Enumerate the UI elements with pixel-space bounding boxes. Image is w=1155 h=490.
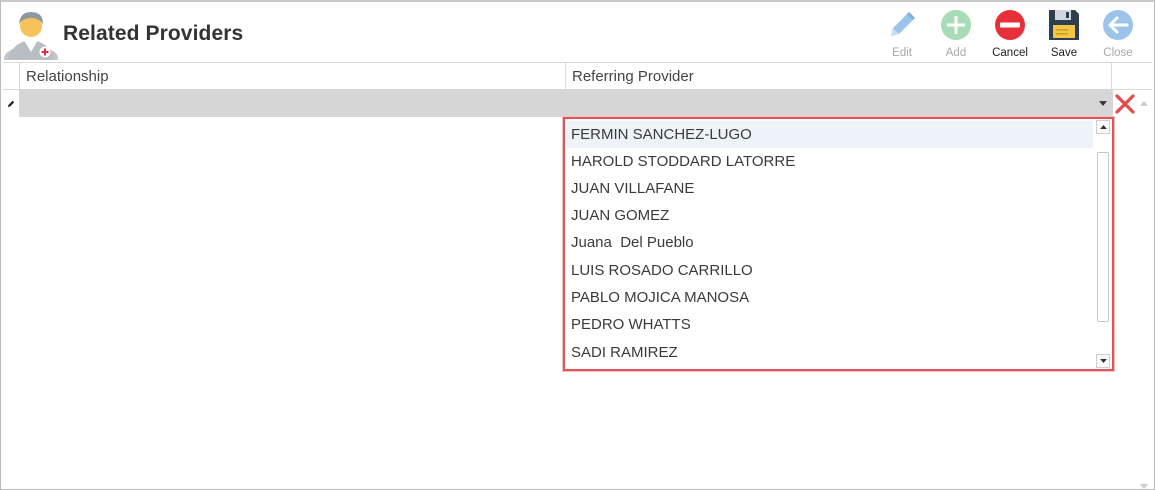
table-row-editing[interactable] [3,90,1152,117]
plus-circle-icon [941,10,971,40]
list-item[interactable]: PABLO MOJICA MANOSA [567,284,1093,311]
close-button[interactable]: Close [1091,4,1145,60]
cancel-button-label: Cancel [992,47,1028,59]
grid-header-indicator [3,63,19,90]
pencil-icon [891,12,915,36]
grid-header: Relationship Referring Provider [3,62,1152,90]
add-button-label: Add [945,47,967,59]
scroll-down-arrow-icon[interactable] [1096,354,1110,368]
scroll-up-arrow-icon[interactable] [1096,120,1110,134]
list-item[interactable]: JUAN VILLAFANE [567,175,1093,202]
save-button[interactable]: Save [1037,4,1091,60]
column-header-referring-provider[interactable]: Referring Provider [565,63,1111,90]
list-item[interactable]: HAROLD STODDARD LATORRE [567,148,1093,175]
minus-circle-icon [995,10,1025,40]
add-button[interactable]: Add [929,4,983,60]
chevron-down-icon[interactable] [1095,90,1111,117]
provider-dropdown-list: FERMIN SANCHEZ-LUGO HAROLD STODDARD LATO… [563,117,1114,371]
save-button-label: Save [1050,47,1078,59]
column-header-relationship[interactable]: Relationship [19,63,565,90]
floppy-disk-icon [1049,10,1079,40]
arrow-left-circle-icon [1103,10,1133,40]
x-icon[interactable] [1113,92,1137,116]
referring-provider-combobox[interactable] [19,90,1113,117]
column-header-actions [1111,63,1137,90]
scroll-up-arrow-icon[interactable] [1140,93,1150,106]
edit-button[interactable]: Edit [875,4,929,60]
list-item[interactable]: PEDRO WHATTS [567,311,1093,338]
cancel-button[interactable]: Cancel [983,4,1037,60]
list-item[interactable]: JUAN GOMEZ [567,202,1093,229]
dropdown-scrollbar[interactable] [1095,119,1111,369]
provider-avatar-icon [2,6,60,70]
scroll-down-arrow-icon[interactable] [1140,476,1150,489]
pencil-small-icon [3,90,19,117]
page-header: Related Providers Edit Add Cancel Save C… [0,2,1155,70]
main-scrollbar[interactable] [1137,90,1152,489]
list-item[interactable]: Juana Del Pueblo [567,229,1093,256]
toolbar: Edit Add Cancel Save Close [875,4,1145,60]
page-title: Related Providers [63,22,244,45]
list-item[interactable]: SADI RAMIREZ [567,339,1093,366]
list-item[interactable]: LUIS ROSADO CARRILLO [567,257,1093,284]
list-item[interactable]: FERMIN SANCHEZ-LUGO [567,121,1093,148]
edit-button-label: Edit [892,47,912,59]
scrollbar-thumb[interactable] [1097,152,1109,322]
close-button-label: Close [1103,47,1133,59]
